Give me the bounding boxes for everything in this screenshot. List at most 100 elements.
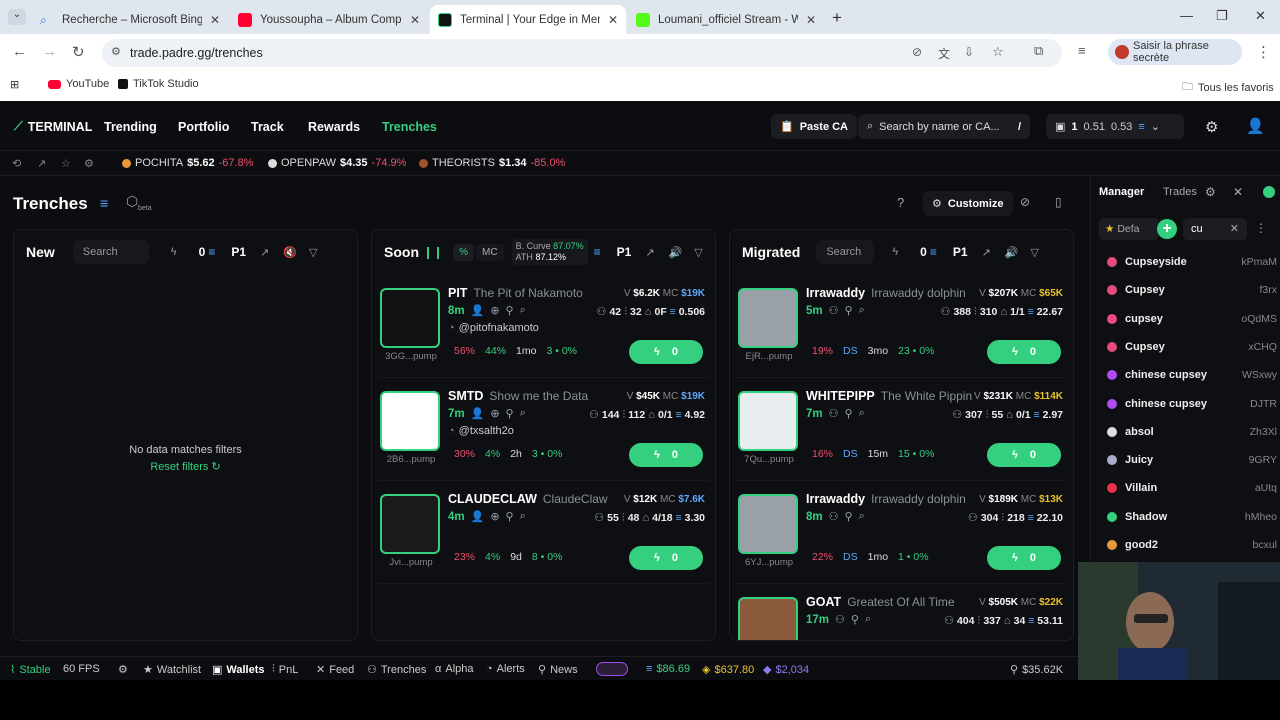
filter-icon[interactable]: ▽ (309, 246, 317, 259)
sound-icon[interactable]: 🔊 (1005, 246, 1019, 259)
token-image[interactable] (380, 391, 440, 451)
ticker-item[interactable]: OPENPAW $4.35 -74.9% (268, 157, 406, 169)
footer-alerts[interactable]: ◔ Alerts (486, 663, 525, 675)
mute-icon[interactable]: 🔇 (283, 246, 297, 259)
customize-button[interactable]: ⚙ Customize (923, 191, 1013, 216)
token-card[interactable]: GOAT Greatest Of All Time V $505K MC $22K 1… (736, 587, 1067, 640)
nav-trenches[interactable]: Trenches (382, 120, 437, 134)
wallet-selector[interactable]: ▣ 1 0.51 0.53 ≡ ⌄ (1046, 114, 1184, 139)
bookmark-youtube[interactable]: YouTube (48, 78, 109, 90)
settings-icon[interactable]: ⚙ (118, 663, 128, 676)
cube-icon[interactable]: ⬡ (126, 193, 138, 210)
link-icon[interactable]: ⚲ (506, 407, 514, 420)
tab-trades[interactable]: Trades (1163, 186, 1197, 198)
pause-icon[interactable]: ❙❙ (423, 245, 443, 259)
solana-icon[interactable]: ≡ (100, 195, 108, 211)
preset-button[interactable]: P1 (231, 245, 246, 259)
close-icon[interactable]: ✕ (806, 13, 816, 27)
percent-toggle[interactable]: % (453, 243, 475, 261)
user-icon[interactable]: ⚇ (829, 510, 839, 523)
close-icon[interactable]: ✕ (210, 13, 220, 27)
search-icon[interactable]: ⌕ (865, 613, 871, 626)
search-icon[interactable]: ⌕ (859, 304, 865, 317)
forward-icon[interactable]: → (42, 43, 57, 60)
twitter-handle[interactable]: @pitofnakamoto (459, 322, 539, 334)
wallet-row[interactable]: good2 bcxul (1107, 531, 1277, 559)
wallet-row[interactable]: Cupseyside kPmaM (1107, 248, 1277, 276)
ticker-item[interactable]: THEORISTS $1.34 -85.0% (419, 157, 565, 169)
link-icon[interactable]: ⚲ (851, 613, 859, 626)
user-icon[interactable]: ⚇ (829, 304, 839, 317)
wallet-row[interactable]: chinese cupsey WSxwy (1107, 361, 1277, 389)
more-icon[interactable]: ⋮ (1255, 221, 1267, 235)
gear-icon[interactable]: ⚙ (84, 157, 94, 170)
wallet-filter-input[interactable]: cu ✕ (1183, 218, 1247, 240)
ticker-item[interactable]: POCHITA $5.62 -67.8% (122, 157, 253, 169)
clear-icon[interactable]: ✕ (1230, 222, 1239, 235)
user-icon[interactable]: 👤 (471, 510, 485, 523)
link-icon[interactable]: ⚲ (845, 510, 853, 523)
token-image[interactable] (380, 288, 440, 348)
nav-portfolio[interactable]: Portfolio (178, 120, 229, 134)
token-card[interactable]: Jvi...pump CLAUDECLAW ClaudeClaw V $12K MC … (378, 484, 709, 584)
bookmark-star-icon[interactable]: ☆ (992, 44, 1004, 60)
install-icon[interactable]: ⇩ (964, 45, 974, 59)
quick-buy-button[interactable]: ϟ0 (987, 546, 1061, 570)
reload-icon[interactable]: ↻ (72, 43, 85, 61)
user-icon[interactable]: ⚇ (835, 613, 845, 626)
tab-search-button[interactable]: ⌄ (8, 9, 26, 25)
collapse-icon[interactable]: ✕ (1233, 185, 1243, 199)
token-card[interactable]: 3GG...pump PIT The Pit of Nakamoto V $6.2K … (378, 278, 709, 378)
quick-buy-button[interactable]: ϟ0 (987, 443, 1061, 467)
token-card[interactable]: 6YJ...pump Irrawaddy Irrawaddy dolphin V $1… (736, 484, 1067, 584)
reset-filters-button[interactable]: Reset filters ↻ (14, 460, 357, 473)
all-bookmarks[interactable]: 🗀 Tous les favoris (1182, 78, 1274, 97)
wallet-row[interactable]: absol Zh3Xl (1107, 418, 1277, 446)
chain-toggle[interactable] (596, 662, 628, 676)
link-icon[interactable]: ⚲ (506, 304, 514, 317)
footer-pnl[interactable]: ⫶ PnL (272, 663, 298, 676)
tab-bing[interactable]: ⌕ Recherche – Microsoft Bing ✕ (32, 5, 228, 34)
tab-kick[interactable]: Loumani_officiel Stream - Watch ✕ (628, 5, 824, 34)
search-icon[interactable]: ⌕ (520, 510, 526, 523)
quick-buy-amount[interactable]: 0 (199, 245, 206, 259)
minimize-button[interactable]: — (1180, 8, 1193, 23)
quick-buy-button[interactable]: ϟ0 (987, 340, 1061, 364)
quick-buy-amount[interactable]: 0 (920, 245, 927, 259)
preset-button[interactable]: P1 (953, 245, 968, 259)
globe-icon[interactable]: ⊕ (490, 510, 499, 523)
star-icon[interactable]: ☆ (61, 157, 71, 170)
quick-buy-button[interactable]: ϟ0 (629, 443, 703, 467)
wallet-row[interactable]: Villain aUtq (1107, 474, 1277, 502)
tab-manager[interactable]: Manager (1099, 186, 1144, 198)
link-icon[interactable]: ⚲ (845, 407, 853, 420)
window-close-button[interactable]: ✕ (1255, 8, 1266, 24)
nav-rewards[interactable]: Rewards (308, 120, 360, 134)
footer-trenches[interactable]: ⚇ Trenches (367, 663, 426, 677)
add-wallet-button[interactable]: + (1157, 219, 1177, 239)
search-icon[interactable]: ⌕ (520, 304, 526, 317)
media-icon[interactable]: ≡ (1078, 43, 1086, 58)
footer-news[interactable]: ⚲ News (538, 663, 578, 677)
nav-track[interactable]: Track (251, 120, 284, 134)
token-image[interactable] (738, 288, 798, 348)
filter-icon[interactable]: ▽ (1030, 246, 1038, 259)
footer-wallets[interactable]: ▣ Wallets (212, 663, 265, 677)
settings-icon[interactable]: ⚙ (1205, 118, 1218, 136)
token-image[interactable] (380, 494, 440, 554)
gear-icon[interactable]: ⚙ (1205, 185, 1216, 199)
search-icon[interactable]: ⌕ (520, 407, 526, 420)
url-text[interactable]: trade.padre.gg/trenches (130, 46, 263, 60)
extensions-icon[interactable]: ⧉ (1034, 43, 1043, 59)
no-tracking-icon[interactable]: ⊘ (912, 45, 922, 59)
link-icon[interactable]: ⚲ (506, 510, 514, 523)
hide-icon[interactable]: ⊘ (1020, 195, 1030, 209)
preset-button[interactable]: P1 (617, 245, 632, 259)
token-card[interactable]: 2B6...pump SMTD Show me the Data V $45K MC … (378, 381, 709, 481)
globe-icon[interactable]: ⊕ (490, 304, 499, 317)
paste-ca-button[interactable]: 📋 Paste CA (771, 114, 857, 139)
token-image[interactable] (738, 494, 798, 554)
help-icon[interactable]: ? (897, 195, 904, 210)
quick-buy-button[interactable]: ϟ0 (629, 340, 703, 364)
filter-icon[interactable]: ▽ (694, 246, 702, 259)
